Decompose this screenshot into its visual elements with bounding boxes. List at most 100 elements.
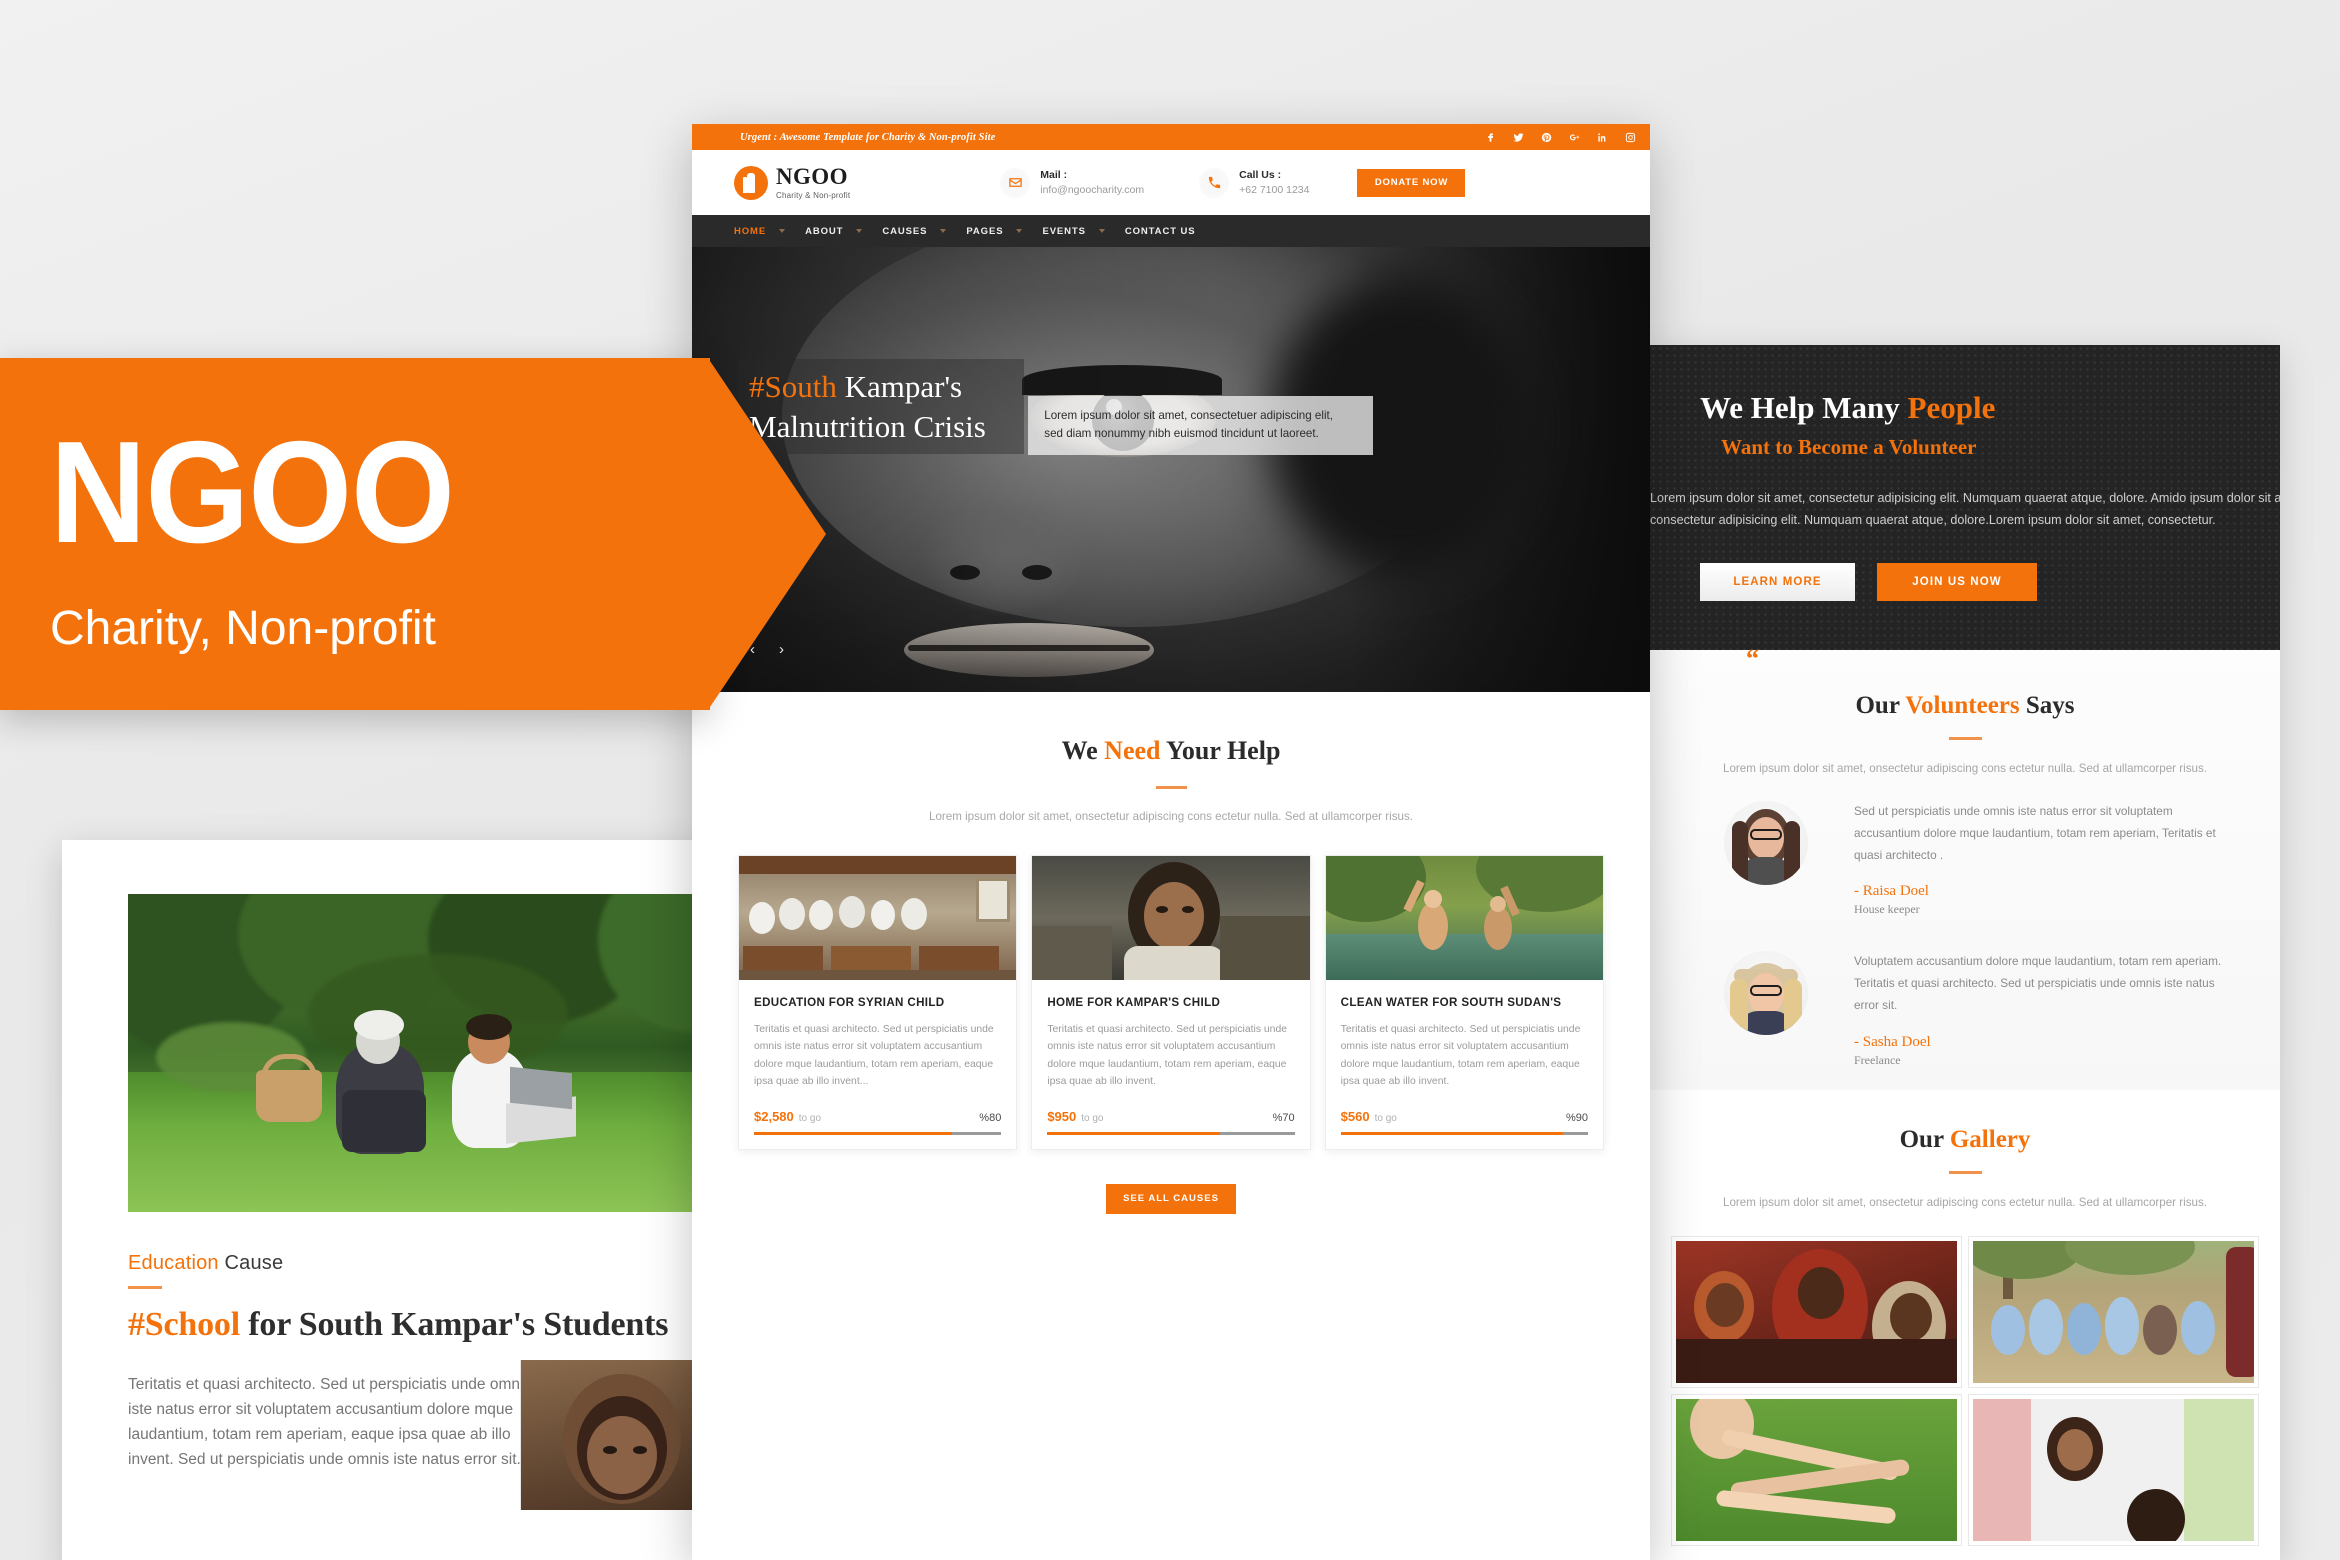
donate-now-button[interactable]: DONATE NOW	[1357, 168, 1466, 197]
cause-title: EDUCATION FOR SYRIAN CHILD	[754, 996, 945, 1009]
nav-label: ABOUT	[805, 225, 844, 237]
hero-text-block: #South Kampar's Malnutrition Crisis Lore…	[737, 359, 1374, 455]
mail-label: Mail :	[1040, 169, 1068, 181]
cause-percent-label: %80	[979, 1111, 1002, 1124]
blog-thumbnail-image	[520, 1360, 720, 1510]
causes-title: We Need Your Help	[692, 736, 1650, 766]
testimonial-text: Sed ut perspiciatis unde omnis iste natu…	[1854, 804, 2216, 862]
testimonials-title: Our Volunteers Says	[1650, 692, 2280, 720]
nav-item-pages[interactable]: PAGES	[966, 225, 1023, 237]
avatar	[1724, 801, 1808, 885]
phone-value: +62 7100 1234	[1239, 184, 1310, 196]
twitter-icon[interactable]	[1513, 132, 1524, 143]
cta-heading: We Help Many People	[1700, 390, 2280, 426]
cause-image	[1032, 856, 1310, 980]
testimonial-author: - Sasha Doel	[1854, 1033, 1931, 1050]
screenshot-stage: Education Cause #School for South Kampar…	[0, 0, 2340, 1560]
testimonial-item: “ Voluptatem accusantium dolore mque lau…	[1650, 646, 2280, 1067]
nav-label: CONTACT US	[1124, 225, 1196, 237]
see-all-causes-button[interactable]: SEE ALL CAUSES	[1106, 1183, 1236, 1214]
nav-item-contact-us[interactable]: CONTACT US	[1125, 226, 1196, 237]
causes-title-b: Your Help	[1160, 736, 1281, 765]
cause-card[interactable]: CLEAN WATER FOR SOUTH SUDAN'S Teritatis …	[1324, 855, 1604, 1150]
gallery-title-a: Our	[1899, 1126, 1950, 1153]
chevron-down-icon[interactable]	[779, 229, 786, 233]
logo-name: NGOO	[776, 164, 848, 189]
testimonials-section: Our Volunteers Says Lorem ipsum dolor si…	[1650, 646, 2280, 1090]
logo[interactable]: NGOO Charity & Non-profit	[734, 165, 850, 200]
cause-togo-label: to go	[1081, 1112, 1104, 1124]
gallery-image[interactable]	[1969, 1237, 2258, 1387]
causes-section: We Need Your Help Lorem ipsum dolor sit …	[692, 692, 1650, 1214]
announcement-bar: Urgent : Awesome Template for Charity & …	[692, 124, 1650, 150]
cause-togo-label: to go	[798, 1112, 822, 1124]
blog-preview-panel: Education Cause #School for South Kampar…	[62, 840, 762, 1560]
banner-arrow-tip	[708, 358, 826, 710]
nav-label: HOME	[734, 225, 767, 237]
phone-contact[interactable]: Call Us : +62 7100 1234	[1199, 167, 1310, 198]
cause-progress-fill	[1340, 1131, 1564, 1135]
nav-label: EVENTS	[1042, 225, 1086, 237]
chevron-down-icon[interactable]	[940, 229, 947, 233]
gallery-image[interactable]	[1672, 1395, 1961, 1545]
phone-label: Call Us :	[1239, 169, 1282, 181]
nav-item-events[interactable]: EVENTS	[1042, 225, 1105, 237]
cause-card[interactable]: EDUCATION FOR SYRIAN CHILD Teritatis et …	[738, 855, 1018, 1150]
cause-progress-fill	[754, 1131, 952, 1135]
cause-progress-bar	[1047, 1131, 1295, 1135]
testimonials-divider	[1948, 737, 1982, 740]
logo-tagline: Charity & Non-profit	[776, 191, 851, 200]
nav-label: PAGES	[966, 225, 1004, 237]
cta-heading-accent: People	[1907, 390, 1996, 425]
website-mockup: Urgent : Awesome Template for Charity & …	[692, 124, 1650, 1560]
cause-title: HOME FOR KAMPAR'S CHILD	[1047, 996, 1221, 1009]
testimonials-subtitle: Lorem ipsum dolor sit amet, onsectetur a…	[1723, 762, 2207, 775]
pinterest-icon[interactable]	[1541, 132, 1552, 143]
linkedin-icon[interactable]	[1597, 132, 1608, 143]
facebook-icon[interactable]	[1485, 132, 1496, 143]
chevron-down-icon[interactable]	[1098, 229, 1105, 233]
cause-description: Teritatis et quasi architecto. Sed ut pe…	[754, 1024, 994, 1088]
chevron-down-icon[interactable]	[856, 229, 863, 233]
gallery-subtitle: Lorem ipsum dolor sit amet, onsectetur a…	[1723, 1196, 2207, 1209]
mail-contact[interactable]: Mail : info@ngoocharity.com	[1000, 167, 1144, 198]
banner-subtitle: Charity, Non-profit	[50, 602, 436, 655]
urgent-message: Urgent : Awesome Template for Charity & …	[740, 131, 996, 143]
cause-card[interactable]: HOME FOR KAMPAR'S CHILD Teritatis et qua…	[1031, 855, 1311, 1150]
blog-divider	[128, 1286, 162, 1289]
main-navigation: HOME ABOUT CAUSES PAGES EVENTS CONTACT U…	[692, 215, 1650, 247]
gallery-image[interactable]	[1969, 1395, 2258, 1545]
testimonials-title-accent: Volunteers	[1905, 692, 2020, 719]
blog-category-accent: Education	[128, 1252, 219, 1274]
nav-item-about[interactable]: ABOUT	[805, 225, 863, 237]
blog-category[interactable]: Education Cause	[128, 1252, 720, 1275]
nav-label: CAUSES	[882, 225, 928, 237]
instagram-icon[interactable]	[1625, 132, 1636, 143]
blog-title-hash: #School	[128, 1306, 240, 1343]
google-plus-icon[interactable]	[1569, 132, 1580, 143]
phone-icon	[1199, 167, 1230, 198]
learn-more-button[interactable]: LEARN MORE	[1700, 563, 1855, 602]
blog-title[interactable]: #School for South Kampar's Students	[128, 1306, 720, 1344]
nav-item-causes[interactable]: CAUSES	[882, 225, 947, 237]
hero-slider: #South Kampar's Malnutrition Crisis Lore…	[692, 247, 1650, 692]
join-us-now-button[interactable]: JOIN US NOW	[1877, 563, 2037, 602]
cause-progress-bar	[1340, 1131, 1588, 1135]
cause-description: Teritatis et quasi architecto. Sed ut pe…	[1340, 1024, 1581, 1088]
blog-hero-image	[128, 894, 728, 1212]
chevron-down-icon[interactable]	[1016, 229, 1023, 233]
cause-amount: $560	[1340, 1108, 1370, 1124]
gallery-image[interactable]	[1672, 1237, 1961, 1387]
causes-title-accent: Need	[1104, 736, 1161, 765]
hero-subtitle: Lorem ipsum dolor sit amet, consectetuer…	[1044, 408, 1333, 440]
testimonial-role: House keeper	[1854, 902, 1920, 917]
mail-icon	[1000, 167, 1031, 198]
cause-title: CLEAN WATER FOR SOUTH SUDAN'S	[1340, 996, 1562, 1009]
testimonial-role: Freelance	[1854, 1052, 1901, 1067]
cause-togo-label: to go	[1374, 1112, 1397, 1124]
gallery-title-accent: Gallery	[1949, 1126, 2031, 1153]
cause-percent-label: %90	[1565, 1111, 1588, 1124]
nav-item-home[interactable]: HOME	[734, 225, 786, 237]
hero-title-rest: Kampar's	[836, 369, 963, 404]
causes-subtitle: Lorem ipsum dolor sit amet, onsectetur a…	[929, 810, 1413, 823]
